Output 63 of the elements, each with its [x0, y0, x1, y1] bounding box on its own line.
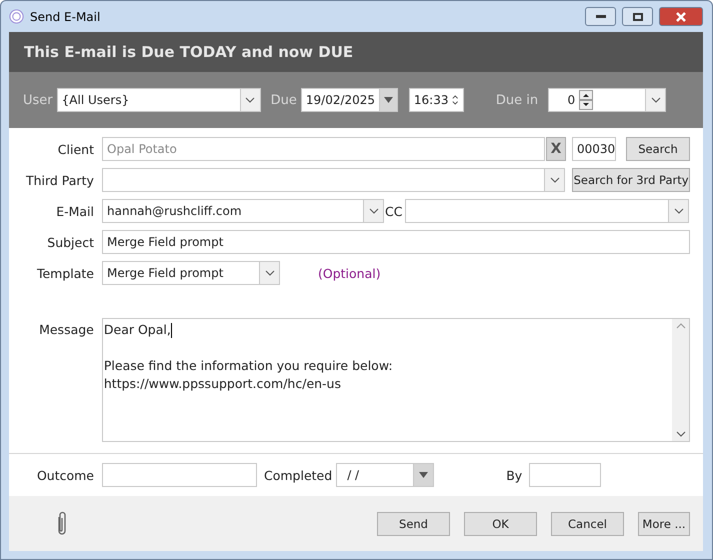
template-dropdown[interactable]: Merge Field prompt [102, 261, 280, 285]
maximize-button[interactable] [622, 7, 653, 26]
message-field[interactable]: Dear Opal, Please find the information you require below: https://www.ppssupport.com/hc/en-us [102, 318, 690, 442]
caret-icon [419, 472, 428, 478]
chevron-down-icon [674, 208, 684, 214]
subject-label: Subject [46, 234, 95, 250]
message-line: https://www.ppssupport.com/hc/en-us [104, 376, 341, 391]
message-line: Dear Opal, [104, 322, 171, 337]
scroll-up-icon [676, 323, 686, 329]
due-in-label: Due in [496, 92, 538, 108]
email-dropdown[interactable]: hannah@rushcliff.com [102, 199, 384, 223]
dropdown-button[interactable] [363, 200, 383, 222]
dropdown-button[interactable] [668, 200, 688, 222]
minimize-icon [596, 14, 606, 18]
message-line: Please find the information you require below: [104, 358, 393, 373]
completed-label: Completed [264, 468, 332, 482]
due-label: Due [270, 92, 297, 108]
dropdown-button[interactable] [259, 262, 279, 284]
dialog-button[interactable]: Send [377, 512, 450, 536]
third-party-label: Third Party [24, 172, 95, 188]
due-in-spinner[interactable]: 0 [548, 88, 666, 112]
user-label: User [23, 92, 53, 108]
dropdown-button[interactable] [379, 89, 397, 111]
dropdown-button[interactable] [544, 169, 564, 191]
chevron-down-icon [245, 97, 256, 103]
chevron-down-icon [550, 177, 560, 183]
by-field[interactable] [529, 463, 602, 487]
optional-note: (Optional) [318, 266, 381, 280]
close-button[interactable] [659, 7, 703, 26]
search-third-party-button[interactable]: Search for 3rd Party [572, 168, 690, 192]
time-spinner[interactable]: 16:33 [408, 88, 464, 112]
chevron-down-icon [650, 97, 661, 103]
dropdown-button[interactable] [413, 464, 434, 486]
outcome-label: Outcome [36, 468, 95, 482]
due-banner: This E-mail is Due TODAY and now DUE [9, 32, 703, 72]
client-label: Client [56, 142, 95, 156]
dialog-button[interactable]: Cancel [551, 512, 624, 536]
caret-icon [384, 97, 393, 103]
user-dropdown[interactable]: {All Users} [56, 88, 261, 112]
window-title: Send E-Mail [30, 10, 102, 24]
scroll-down-icon [676, 431, 686, 437]
spin-arrows-icon [579, 90, 594, 110]
dialog-button[interactable]: More ... [638, 512, 690, 536]
dropdown-button[interactable] [240, 89, 260, 111]
template-label: Template [36, 266, 95, 280]
text-cursor [170, 323, 172, 338]
chevron-down-icon [264, 270, 274, 276]
message-label: Message [38, 321, 95, 337]
subject-field[interactable]: Merge Field prompt [102, 230, 690, 254]
by-label: By [506, 468, 522, 482]
completed-date-picker[interactable]: / / [336, 463, 434, 487]
outcome-field[interactable] [102, 463, 257, 487]
scrollbar[interactable] [672, 319, 689, 441]
chevron-down-icon [368, 208, 378, 214]
due-date-picker[interactable]: 19/02/2025 [300, 88, 398, 112]
minimize-button[interactable] [585, 7, 616, 26]
close-icon [675, 12, 687, 22]
dropdown-button[interactable] [645, 89, 666, 111]
dialog-button[interactable]: OK [464, 512, 537, 536]
email-label: E-Mail [55, 204, 95, 218]
maximize-icon [632, 12, 642, 20]
app-logo-icon [9, 9, 24, 24]
cc-label: CC [385, 204, 402, 218]
